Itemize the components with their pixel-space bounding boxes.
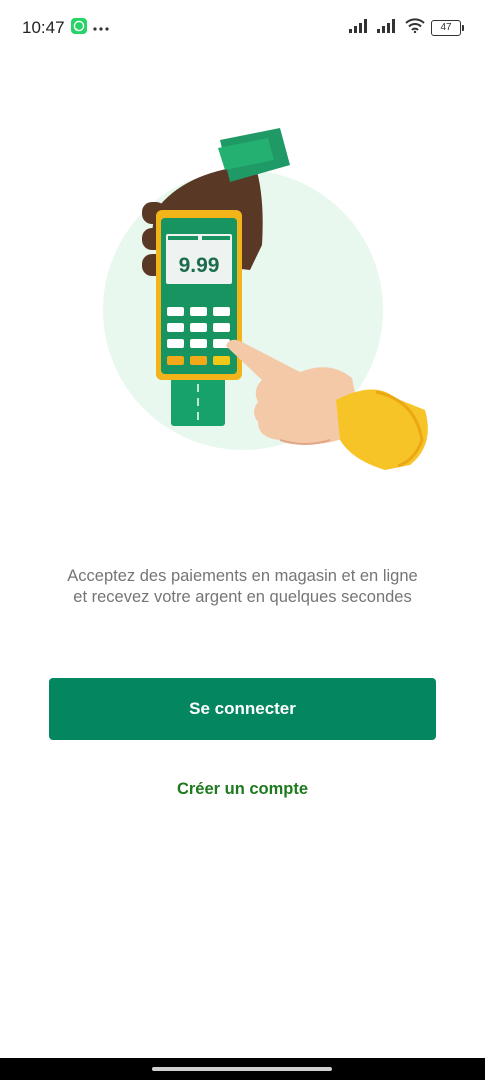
signal-icon: [377, 18, 399, 38]
create-account-link[interactable]: Créer un compte: [0, 780, 485, 799]
tagline: Acceptez des paiements en magasin et en …: [30, 566, 455, 608]
status-bar-right: 47: [349, 18, 464, 38]
battery-icon: 47: [431, 20, 464, 36]
hero-illustration: 9.99: [90, 110, 440, 490]
tagline-line-2: et recevez votre argent en quelques seco…: [73, 588, 412, 606]
terminal-amount: 9.99: [179, 254, 220, 277]
signal-icon: [349, 18, 371, 38]
navigation-bar: [0, 1058, 485, 1080]
login-button[interactable]: Se connecter: [49, 678, 436, 740]
home-indicator[interactable]: [152, 1067, 332, 1071]
wifi-icon: [405, 18, 425, 38]
payment-terminal-icon: 9.99: [156, 210, 242, 380]
status-bar: 10:47 47: [0, 0, 485, 56]
status-time: 10:47: [22, 18, 65, 37]
whatsapp-icon: [70, 17, 87, 39]
more-dots-icon: [92, 19, 109, 37]
tagline-line-1: Acceptez des paiements en magasin et en …: [67, 567, 418, 585]
status-bar-left: 10:47: [22, 17, 109, 39]
